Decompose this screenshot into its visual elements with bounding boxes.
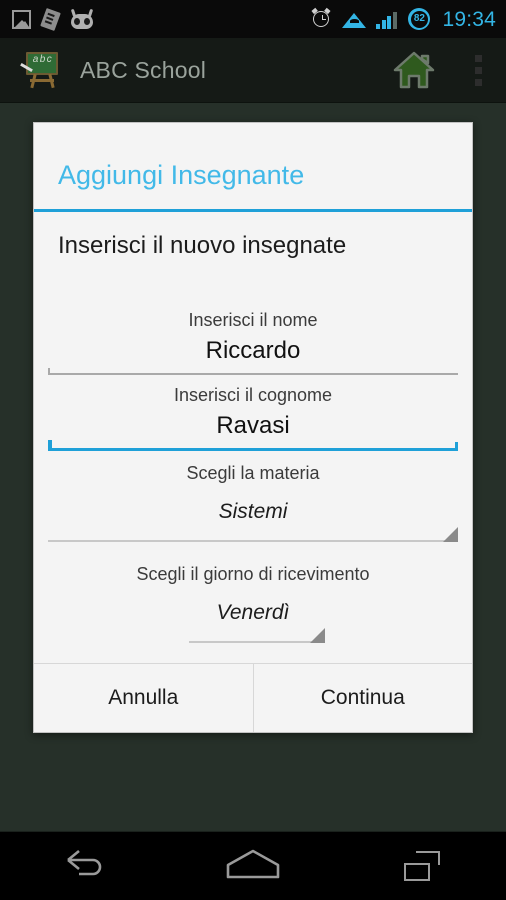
surname-input-underline (48, 439, 458, 451)
back-arrow-icon (62, 848, 106, 885)
dialog-title: Aggiungi Insegnante (58, 160, 305, 190)
action-home-button[interactable] (378, 38, 450, 102)
status-bar-system-icons: 82 19:34 (311, 7, 496, 31)
house-icon (392, 50, 436, 90)
dialog-button-row: Annulla Continua (34, 662, 472, 732)
cyanogenmod-icon (70, 8, 94, 29)
wifi-icon (342, 10, 367, 29)
chalkboard-abc-icon: abc (20, 51, 62, 89)
recents-icon (403, 851, 440, 881)
name-input[interactable]: Riccardo (48, 331, 458, 373)
nav-back-button[interactable] (29, 832, 139, 900)
cellular-signal-icon (376, 10, 398, 29)
status-bar-clock: 19:34 (442, 7, 496, 31)
surname-input[interactable]: Ravasi (48, 406, 458, 448)
name-field-group: Inserisci il nome Riccardo (34, 302, 472, 375)
dropdown-triangle-icon (310, 627, 325, 643)
subject-spinner-value[interactable]: Sistemi (48, 484, 458, 540)
surname-field-label: Inserisci il cognome (173, 384, 333, 405)
subject-spinner-group: Scegli la materia Sistemi (34, 453, 472, 542)
action-bar-actions (378, 38, 506, 102)
name-field-label: Inserisci il nome (188, 309, 318, 330)
add-teacher-dialog: Aggiungi Insegnante Inserisci il nuovo i… (33, 122, 473, 733)
alarm-icon (311, 7, 332, 29)
nav-home-button[interactable] (198, 832, 308, 900)
battery-icon: 82 (408, 8, 431, 30)
continue-button[interactable]: Continua (252, 663, 472, 732)
document-icon (40, 7, 61, 31)
status-bar: 82 19:34 (0, 0, 506, 38)
cancel-button[interactable]: Annulla (34, 663, 253, 732)
battery-percent-label: 82 (413, 13, 425, 24)
navigation-bar (0, 831, 506, 900)
app-title: ABC School (80, 56, 207, 83)
subject-spinner-label: Scegli la materia (186, 462, 320, 483)
day-spinner-group: Scegli il giorno di ricevimento Venerdì (34, 554, 472, 643)
overflow-menu-icon (474, 54, 482, 62)
surname-field-group: Inserisci il cognome Ravasi (34, 377, 472, 451)
day-spinner-track[interactable] (189, 627, 325, 643)
subject-spinner-track[interactable] (48, 526, 458, 542)
dialog-body: Inserisci il nuovo insegnate Inserisci i… (34, 212, 472, 732)
status-bar-notification-icons (12, 7, 94, 31)
home-icon (224, 848, 282, 885)
phone-screen: 82 19:34 abc ABC School Aggiungi Insegna… (0, 0, 506, 900)
nav-recents-button[interactable] (367, 832, 477, 900)
dropdown-triangle-icon (443, 526, 458, 542)
action-bar: abc ABC School (0, 38, 506, 103)
day-spinner-label: Scegli il giorno di ricevimento (136, 563, 370, 584)
name-input-underline (48, 367, 458, 375)
overflow-menu-button[interactable] (450, 38, 506, 102)
dialog-heading: Inserisci il nuovo insegnate (58, 231, 347, 259)
day-spinner-value[interactable]: Venerdì (48, 585, 458, 641)
gallery-icon (12, 9, 31, 29)
